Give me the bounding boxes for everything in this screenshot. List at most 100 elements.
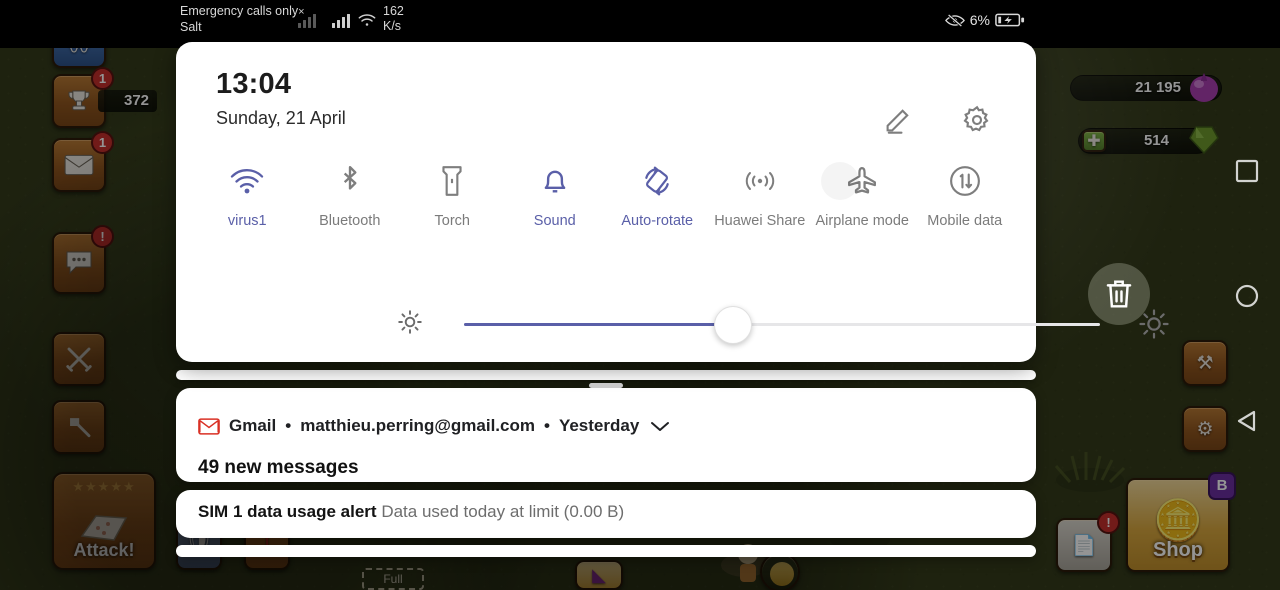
layout-icon: ⚒ [1196, 352, 1214, 374]
wifi-status-icon [358, 13, 376, 31]
shop-label: Shop [1153, 539, 1203, 561]
tile-label: Huawei Share [714, 213, 806, 229]
notification-account: matthieu.perring@gmail.com [300, 416, 535, 435]
game-shop-button[interactable]: 🪙 Shop B [1126, 472, 1236, 572]
bluetooth-icon [299, 160, 402, 202]
game-reports-button[interactable]: 📄 ! [1056, 511, 1120, 572]
game-trophy-button[interactable]: 1 [52, 67, 114, 128]
tile-airplane-mode[interactable]: Airplane mode [811, 152, 914, 230]
tile-huawei-share[interactable]: Huawei Share [709, 152, 812, 230]
data-rate: 162 K/s [383, 4, 404, 34]
game-battle-button[interactable] [52, 332, 106, 386]
status-right-block: 6% [944, 12, 1025, 28]
nav-home-button[interactable] [1234, 283, 1260, 314]
document-icon: 📄 [1071, 534, 1097, 557]
notification-peek-bottom [176, 545, 1036, 557]
gear-icon: ⚙ [1196, 418, 1214, 440]
tile-torch[interactable]: Torch [401, 152, 504, 230]
bell-icon [504, 160, 607, 202]
status-carrier: Emergency calls only× [180, 4, 305, 20]
reports-badge: ! [1097, 511, 1120, 534]
touch-ripple [821, 162, 859, 200]
chat-badge: ! [91, 225, 114, 248]
tile-label: Mobile data [927, 213, 1003, 229]
chevron-down-icon[interactable] [650, 420, 670, 433]
gem-icon [1189, 126, 1219, 155]
game-chat-button[interactable]: ! [52, 225, 114, 294]
brightness-high-icon [1138, 308, 1170, 345]
gmail-icon [198, 417, 220, 435]
coins-hammer-icon: 🪙 [1153, 498, 1203, 543]
trophy-count: 372 [98, 90, 158, 112]
sim2-signal-icon [332, 13, 350, 28]
huawei-share-icon [709, 160, 812, 202]
tile-label: Bluetooth [319, 213, 381, 229]
tile-wifi[interactable]: virus1 [196, 152, 299, 230]
status-subcarrier: Salt [180, 20, 202, 34]
status-carrier-block: Emergency calls only× Salt [180, 4, 305, 35]
back-triangle-icon [1237, 410, 1256, 432]
notification-body: 49 new messages [198, 457, 359, 478]
crossed-swords-icon [54, 334, 104, 384]
tile-bluetooth[interactable]: Bluetooth [299, 152, 402, 230]
flashlight-icon [401, 160, 504, 202]
notification-text: Data used today at limit (0.00 B) [381, 502, 625, 521]
open-settings-button[interactable] [955, 98, 999, 142]
brightness-fill [464, 323, 733, 326]
building-full-label: Full [362, 568, 424, 590]
notification-gmail[interactable]: Gmail • matthieu.perring@gmail.com • Yes… [176, 388, 1036, 482]
game-mail-button[interactable]: 1 [52, 131, 114, 192]
battery-charging-icon [995, 13, 1025, 27]
gold-coin-icon [770, 562, 794, 586]
status-bar: Emergency calls only× Salt 162 K/s 6% [0, 0, 1280, 48]
panel-drag-handle[interactable] [589, 383, 623, 388]
game-builder-button[interactable] [52, 400, 106, 454]
shop-badge: B [1208, 472, 1236, 500]
edit-tiles-button[interactable] [876, 98, 920, 142]
notification-sep-1: • [285, 416, 292, 435]
elixir-orb-icon [1190, 73, 1218, 102]
nav-recents-button[interactable] [1234, 158, 1260, 189]
recents-square-icon [1235, 159, 1259, 183]
data-rate-unit: K/s [383, 19, 402, 33]
notification-header: Gmail • matthieu.perring@gmail.com • Yes… [198, 416, 670, 436]
chat-icon [54, 234, 104, 292]
game-settings-button[interactable]: ⚙ [1182, 406, 1228, 452]
home-circle-icon [1235, 284, 1259, 308]
nav-back-button[interactable] [1234, 408, 1260, 439]
quick-settings-tiles: virus1 Bluetooth Torch Sound Auto-rotate… [196, 152, 1016, 230]
attack-label: Attack! [73, 540, 135, 560]
panel-date: Sunday, 21 April [216, 108, 346, 128]
game-layout-button[interactable]: ⚒ [1182, 340, 1228, 386]
panel-clock: 13:04 [216, 68, 292, 100]
add-resource-button[interactable]: ✚ [1082, 130, 1106, 152]
game-elixir-cart[interactable]: ◣ [575, 560, 623, 590]
plus-icon: ✚ [1087, 133, 1101, 150]
tile-label: Auto-rotate [621, 213, 694, 229]
notification-time: Yesterday [558, 416, 640, 435]
brightness-slider-row [176, 294, 1169, 354]
sim1-signal-icon [298, 13, 316, 28]
tile-auto-rotate[interactable]: Auto-rotate [606, 152, 709, 230]
tile-label: Torch [434, 213, 470, 229]
notification-line: SIM 1 data usage alert Data used today a… [198, 502, 624, 522]
trophy-badge: 1 [91, 67, 114, 90]
notification-peek-top [176, 370, 1036, 380]
game-gold-orb[interactable] [760, 552, 800, 590]
tile-label: virus1 [227, 213, 267, 229]
elixir-drop-icon: ◣ [592, 564, 606, 585]
notification-sim-data[interactable]: SIM 1 data usage alert Data used today a… [176, 490, 1036, 538]
attack-map-icon [54, 486, 154, 568]
tile-label: Airplane mode [815, 213, 910, 229]
brightness-thumb[interactable] [714, 306, 752, 344]
resource-elixir-value: 21 195 [1070, 75, 1222, 101]
mail-badge: 1 [91, 131, 114, 154]
tile-sound[interactable]: Sound [504, 152, 607, 230]
game-attack-button[interactable]: ★★★★★ Attack! [52, 472, 156, 570]
mobile-data-icon [914, 160, 1017, 202]
tile-mobile-data[interactable]: Mobile data [914, 152, 1017, 230]
brightness-track[interactable] [464, 323, 1100, 326]
battery-percent: 6% [969, 12, 990, 28]
notification-sep-2: • [543, 416, 550, 435]
attack-stars: ★★★★★ [72, 479, 136, 494]
